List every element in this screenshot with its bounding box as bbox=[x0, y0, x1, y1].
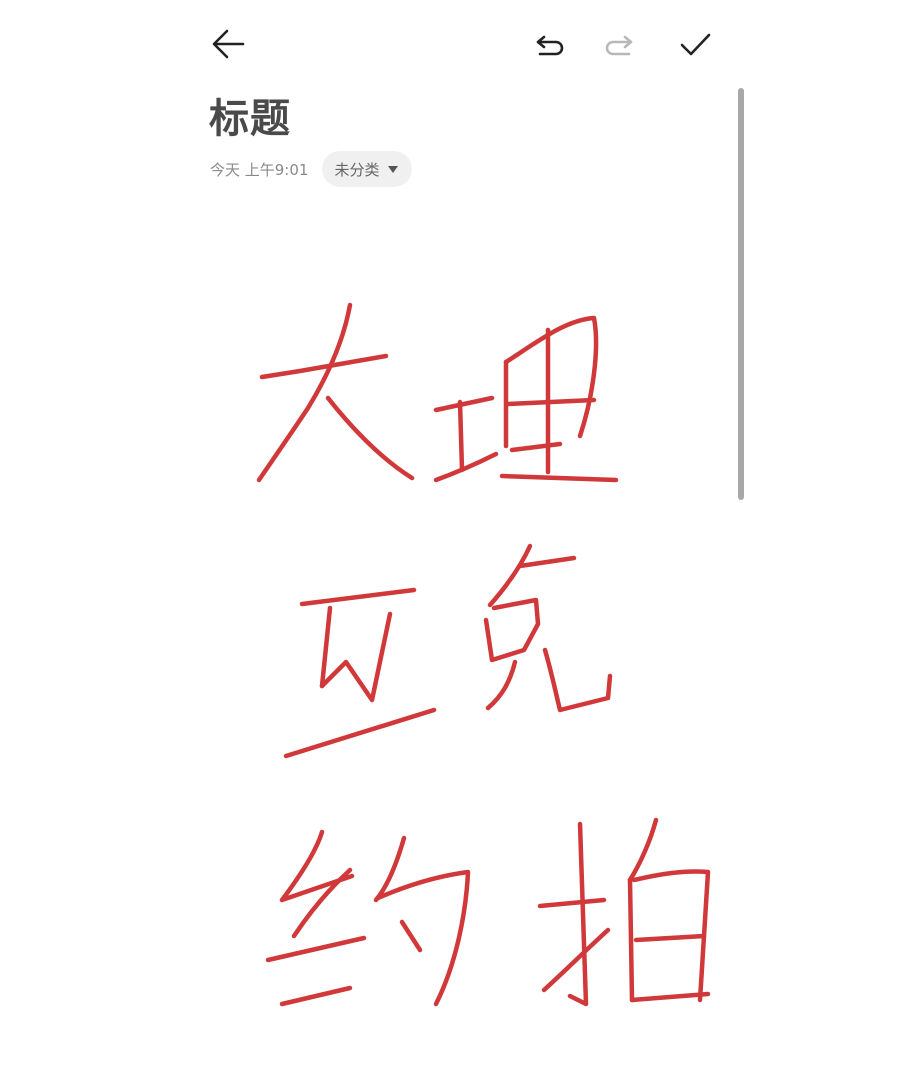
note-timestamp: 今天 上午9:01 bbox=[210, 160, 309, 179]
check-icon bbox=[680, 33, 711, 56]
handwriting-canvas[interactable] bbox=[200, 280, 740, 1060]
done-button[interactable] bbox=[671, 21, 719, 69]
caret-down-icon bbox=[388, 165, 399, 173]
redo-button[interactable] bbox=[597, 21, 645, 69]
category-label: 未分类 bbox=[334, 160, 380, 179]
arrow-left-icon bbox=[212, 29, 245, 59]
category-dropdown[interactable]: 未分类 bbox=[322, 151, 413, 187]
back-button[interactable] bbox=[204, 20, 252, 68]
handwriting-ink bbox=[256, 302, 711, 1007]
undo-icon bbox=[536, 35, 564, 56]
redo-icon bbox=[605, 35, 633, 56]
note-meta: 今天 上午9:01 未分类 bbox=[210, 151, 413, 187]
note-title[interactable]: 标题 bbox=[209, 86, 291, 144]
undo-button[interactable] bbox=[524, 21, 572, 69]
